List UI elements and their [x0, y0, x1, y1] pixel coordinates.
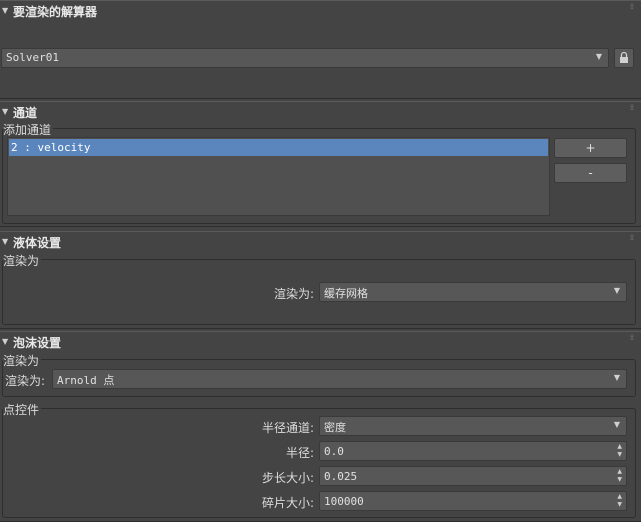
fragment-size-value: 100000 [324, 495, 364, 508]
solver-dropdown[interactable]: Solver01 ▼ [1, 48, 609, 68]
foam-render-as-label: 渲染为: [5, 374, 46, 388]
liquid-group-label: 渲染为 [3, 252, 42, 269]
spinner-arrows-icon[interactable]: ▲ ▼ [617, 468, 622, 484]
foam-render-as-value: Arnold 点 [57, 374, 115, 387]
rollout-header-foam[interactable]: ▼ 泡沫设置 ⁞⁞ [0, 332, 641, 352]
liquid-render-as-dropdown[interactable]: 缓存网格 ▼ [319, 282, 627, 302]
radius-channel-value: 密度 [324, 421, 346, 434]
triangle-down-icon[interactable]: ▼ [2, 337, 8, 346]
fragment-size-label: 碎片大小: [261, 496, 314, 510]
remove-channel-button[interactable]: - [554, 163, 627, 183]
rollout-channels: ▼ 通道 ⁞⁞ 添加通道 2 : velocity + - [0, 101, 641, 227]
add-channel-label: 添加通道 [3, 121, 54, 138]
fragment-size-spinner[interactable]: 100000 ▲ ▼ [319, 491, 627, 511]
lock-icon [620, 51, 628, 63]
radius-channel-dropdown[interactable]: 密度 ▼ [319, 416, 627, 436]
rollout-liquid: ▼ 液体设置 ⁞⁞ 渲染为 渲染为: 缓存网格 ▼ [0, 231, 641, 329]
foam-render-as-dropdown[interactable]: Arnold 点 ▼ [52, 369, 627, 389]
step-size-value: 0.025 [324, 470, 358, 483]
chevron-down-icon: ▼ [595, 52, 602, 61]
chevron-down-icon: ▼ [613, 286, 620, 295]
points-group-label: 点控件 [3, 401, 42, 418]
rollout-header-channels[interactable]: ▼ 通道 ⁞⁞ [0, 102, 641, 122]
rollout-title: 泡沫设置 [13, 336, 62, 350]
radius-spinner[interactable]: 0.0 ▲ ▼ [319, 441, 627, 461]
rollout-header-liquid[interactable]: ▼ 液体设置 ⁞⁞ [0, 232, 641, 252]
radius-channel-label: 半径通道: [261, 421, 314, 435]
lock-button[interactable] [614, 48, 634, 68]
add-channel-button[interactable]: + [554, 138, 627, 158]
triangle-down-icon[interactable]: ▼ [2, 107, 8, 116]
rollout-title: 液体设置 [13, 236, 62, 250]
grip-dots-icon[interactable]: ⁞⁞ [630, 334, 634, 342]
grip-dots-icon[interactable]: ⁞⁞ [630, 104, 634, 112]
rollout-solver: ▼ 要渲染的解算器 ⁞⁞ Solver01 ▼ [0, 0, 641, 99]
chevron-down-icon: ▼ [613, 420, 620, 429]
list-item-label: 2 : velocity [11, 141, 91, 154]
liquid-render-as-value: 缓存网格 [324, 287, 368, 300]
radius-label: 半径: [285, 446, 314, 460]
rollout-title: 要渲染的解算器 [13, 5, 98, 19]
liquid-render-as-label: 渲染为: [273, 287, 314, 301]
grip-dots-icon[interactable]: ⁞⁞ [630, 234, 634, 242]
foam-group-label: 渲染为 [3, 352, 42, 369]
spinner-arrows-icon[interactable]: ▲ ▼ [617, 443, 622, 459]
list-item[interactable]: 2 : velocity [9, 139, 548, 156]
step-size-spinner[interactable]: 0.025 ▲ ▼ [319, 466, 627, 486]
grip-dots-icon[interactable]: ⁞⁞ [630, 3, 634, 11]
rollout-header-solver[interactable]: ▼ 要渲染的解算器 ⁞⁞ [0, 1, 641, 21]
step-size-label: 步长大小: [261, 471, 314, 485]
chevron-down-icon: ▼ [613, 373, 620, 382]
spinner-arrows-icon[interactable]: ▲ ▼ [617, 493, 622, 509]
solver-value: Solver01 [6, 51, 59, 64]
channel-list[interactable]: 2 : velocity [7, 137, 550, 216]
rollout-foam: ▼ 泡沫设置 ⁞⁞ 渲染为 渲染为: Arnold 点 ▼ 点控件 半径通道: … [0, 331, 641, 522]
triangle-down-icon[interactable]: ▼ [2, 237, 8, 246]
radius-value: 0.0 [324, 445, 344, 458]
rollout-title: 通道 [13, 106, 38, 120]
triangle-down-icon[interactable]: ▼ [2, 6, 8, 15]
